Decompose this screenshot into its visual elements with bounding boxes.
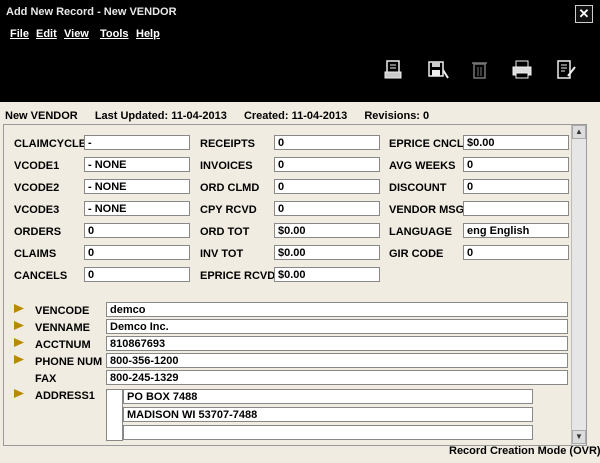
record-panel: New VENDOR Last Updated: 11-04-2013 Crea… [0,102,600,463]
avg-weeks-field[interactable]: 0 [463,157,569,172]
required-marker-icon [14,321,24,330]
invoices-field[interactable]: 0 [274,157,380,172]
vencode-field[interactable]: demco [106,302,568,317]
cancels-label: CANCELS [14,270,68,282]
status-bar-text: Record Creation Mode (OVR) [449,445,600,457]
menu-edit[interactable]: Edit [36,28,57,40]
record-type: New VENDOR [5,110,78,122]
title-bar: Add New Record - New VENDOR ✕ [0,0,600,26]
language-field[interactable]: eng English [463,223,569,238]
required-marker-icon [14,389,24,398]
eprice-rcvd-label: EPRICE RCVD [200,270,276,282]
address-gutter [106,389,123,441]
print-record-icon[interactable] [382,58,406,82]
form-scrollbar[interactable]: ▲ ▼ [571,125,586,445]
created-date: Created: 11-04-2013 [243,110,348,122]
cancels-field[interactable]: 0 [84,267,190,282]
cpy-rcvd-field[interactable]: 0 [274,201,380,216]
receipts-field[interactable]: 0 [274,135,380,150]
required-marker-icon [14,355,24,364]
acctnum-field[interactable]: 810867693 [106,336,568,351]
address-line-1[interactable]: PO BOX 7488 [123,389,533,404]
ord-clmd-label: ORD CLMD [200,182,260,194]
vendor-msg-label: VENDOR MSG [389,204,465,216]
address-line-2[interactable]: MADISON WI 53707-7488 [123,407,533,422]
vcode2-label: VCODE2 [14,182,60,194]
discount-field[interactable]: 0 [463,179,569,194]
last-updated: Last Updated: 11-04-2013 [94,110,227,122]
window-title: Add New Record - New VENDOR [6,6,177,18]
menu-bar: File Edit View Tools Help [0,26,600,44]
record-info-bar: New VENDOR Last Updated: 11-04-2013 Crea… [5,110,443,122]
claimcycle-field[interactable]: - [84,135,190,150]
scroll-up-icon[interactable]: ▲ [572,125,586,139]
discount-label: DISCOUNT [389,182,447,194]
orders-field[interactable]: 0 [84,223,190,238]
gir-code-field[interactable]: 0 [463,245,569,260]
address1-label: ADDRESS1 [35,390,95,402]
vendor-msg-field[interactable] [463,201,569,216]
scroll-down-icon[interactable]: ▼ [572,430,586,444]
inv-tot-label: INV TOT [200,248,244,260]
toolbar [0,44,600,103]
menu-view[interactable]: View [64,28,89,40]
avg-weeks-label: AVG WEEKS [389,160,456,172]
revisions-count: Revisions: 0 [364,110,430,122]
vcode2-field[interactable]: - NONE [84,179,190,194]
receipts-label: RECEIPTS [200,138,256,150]
venname-label: VENNAME [35,322,91,334]
vencode-label: VENCODE [35,305,90,317]
vcode3-label: VCODE3 [14,204,60,216]
delete-icon[interactable] [468,58,492,82]
save-icon[interactable] [426,58,450,82]
edit-notes-icon[interactable] [554,58,578,82]
address-line-3[interactable] [123,425,533,440]
claims-label: CLAIMS [14,248,57,260]
close-button[interactable]: ✕ [575,5,593,23]
eprice-rcvd-field[interactable]: $0.00 [274,267,380,282]
app-window: Add New Record - New VENDOR ✕ File Edit … [0,0,600,463]
menu-help[interactable]: Help [136,28,160,40]
vcode1-label: VCODE1 [14,160,60,172]
ord-tot-label: ORD TOT [200,226,250,238]
ord-tot-field[interactable]: $0.00 [274,223,380,238]
menu-file[interactable]: File [10,28,29,40]
print-icon[interactable] [510,58,534,82]
menu-tools[interactable]: Tools [100,28,129,40]
vcode1-field[interactable]: - NONE [84,157,190,172]
language-label: LANGUAGE [389,226,452,238]
venname-field[interactable]: Demco Inc. [106,319,568,334]
claimcycle-label: CLAIMCYCLE [14,138,87,150]
fax-label: FAX [35,373,57,385]
gir-code-label: GIR CODE [389,248,444,260]
phone-num-label: PHONE NUM [35,356,103,368]
claims-field[interactable]: 0 [84,245,190,260]
inv-tot-field[interactable]: $0.00 [274,245,380,260]
orders-label: ORDERS [14,226,62,238]
eprice-cncl-label: EPRICE CNCL [389,138,464,150]
required-marker-icon [14,338,24,347]
record-form: CLAIMCYCLE - VCODE1 - NONE VCODE2 - NONE… [3,124,587,446]
required-marker-icon [14,304,24,313]
ord-clmd-field[interactable]: 0 [274,179,380,194]
phone-num-field[interactable]: 800-356-1200 [106,353,568,368]
invoices-label: INVOICES [200,160,253,172]
eprice-cncl-field[interactable]: $0.00 [463,135,569,150]
cpy-rcvd-label: CPY RCVD [200,204,257,216]
vcode3-field[interactable]: - NONE [84,201,190,216]
fax-field[interactable]: 800-245-1329 [106,370,568,385]
acctnum-label: ACCTNUM [35,339,91,351]
